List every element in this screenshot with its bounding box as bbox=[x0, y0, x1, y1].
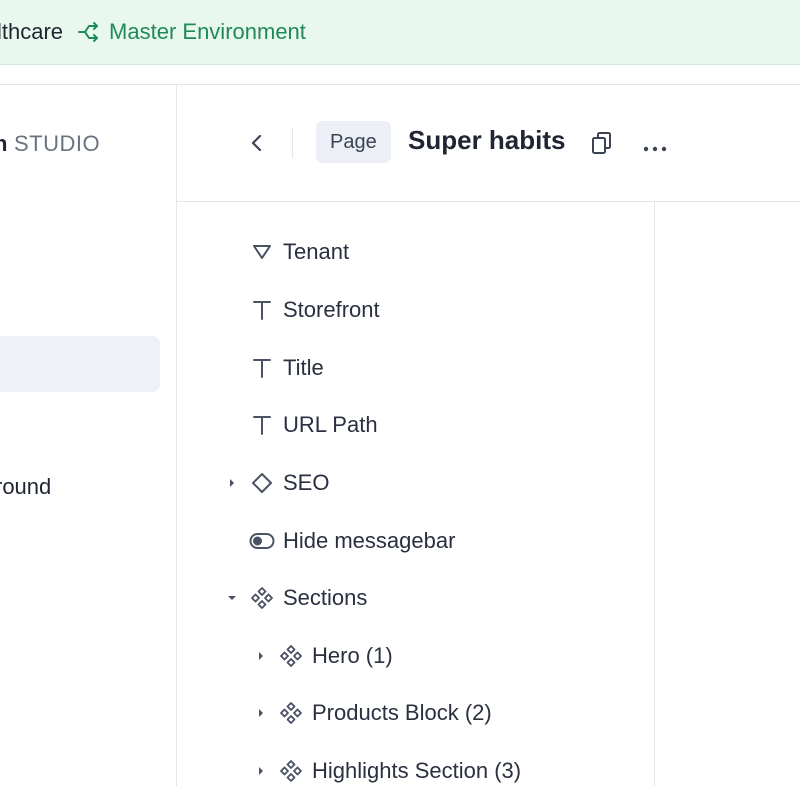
tree-item-label: Sections bbox=[283, 585, 368, 610]
studio-logo: n STUDIO bbox=[0, 131, 100, 157]
tree-item-label: Hero (1) bbox=[312, 643, 393, 668]
tree-item-title[interactable]: Title bbox=[249, 348, 324, 388]
environment-name: Master Environment bbox=[109, 19, 306, 44]
tree-item-label: URL Path bbox=[283, 412, 378, 437]
tree-item-label: Tenant bbox=[283, 239, 350, 264]
chevron-down-icon[interactable] bbox=[227, 593, 237, 603]
toggle-icon bbox=[249, 528, 275, 554]
chevron-right-icon[interactable] bbox=[227, 478, 237, 488]
environment-bar: lthcare Master Environment bbox=[0, 0, 800, 65]
component-icon bbox=[278, 700, 304, 726]
text-type-icon bbox=[249, 355, 275, 381]
document-type-badge: Page bbox=[316, 121, 391, 163]
tree-item-label: Hide messagebar bbox=[283, 528, 456, 553]
chevron-left-icon bbox=[251, 134, 262, 152]
sidebar-item-active[interactable] bbox=[0, 336, 160, 392]
tree-item-seo[interactable]: SEO bbox=[230, 463, 330, 503]
more-horizontal-icon bbox=[643, 146, 667, 152]
page-title: Super habits bbox=[408, 125, 566, 155]
tree-item-products-block[interactable]: Products Block (2) bbox=[259, 693, 492, 733]
tree-item-storefront[interactable]: Storefront bbox=[249, 290, 380, 330]
logo-text: STUDIO bbox=[13, 131, 101, 156]
component-icon bbox=[249, 585, 275, 611]
chevron-right-icon[interactable] bbox=[256, 651, 266, 661]
reference-triangle-icon bbox=[249, 239, 275, 265]
component-icon bbox=[278, 643, 304, 669]
tree-item-tenant[interactable]: Tenant bbox=[249, 232, 349, 272]
more-options-button[interactable] bbox=[643, 139, 667, 157]
tree-item-label: SEO bbox=[283, 470, 330, 495]
tree-item-sections[interactable]: Sections bbox=[228, 578, 368, 618]
text-type-icon bbox=[249, 297, 275, 323]
tree-item-hide-messagebar[interactable]: Hide messagebar bbox=[249, 521, 455, 561]
logo-mark: n bbox=[0, 131, 8, 156]
copy-icon bbox=[592, 132, 611, 154]
tree-item-label: Storefront bbox=[283, 297, 380, 322]
diamond-icon bbox=[249, 470, 275, 496]
tree-item-label: Products Block (2) bbox=[312, 700, 492, 725]
text-type-icon bbox=[249, 412, 275, 438]
header-divider bbox=[292, 128, 293, 158]
tree-item-url-path[interactable]: URL Path bbox=[249, 405, 378, 445]
back-button[interactable] bbox=[247, 129, 267, 157]
environment-switcher[interactable]: Master Environment bbox=[77, 19, 306, 45]
component-icon bbox=[278, 758, 304, 784]
chevron-right-icon[interactable] bbox=[256, 708, 266, 718]
document-fields-tree: Tenant Storefront Title URL Path SEO Hid… bbox=[177, 202, 655, 786]
chevron-right-icon[interactable] bbox=[256, 766, 266, 776]
document-header: Page Super habits bbox=[177, 85, 800, 202]
tree-item-label: Title bbox=[283, 355, 324, 380]
tree-item-hero[interactable]: Hero (1) bbox=[259, 636, 393, 676]
sidebar-item-playground[interactable]: round bbox=[0, 474, 51, 500]
organization-name: lthcare bbox=[0, 19, 64, 44]
tree-item-label: Highlights Section (3) bbox=[312, 758, 522, 783]
copy-button[interactable] bbox=[591, 131, 613, 160]
branch-icon bbox=[78, 22, 99, 42]
sidebar: n STUDIO round bbox=[0, 85, 177, 786]
tree-item-highlights-section[interactable]: Highlights Section (3) bbox=[259, 751, 522, 791]
